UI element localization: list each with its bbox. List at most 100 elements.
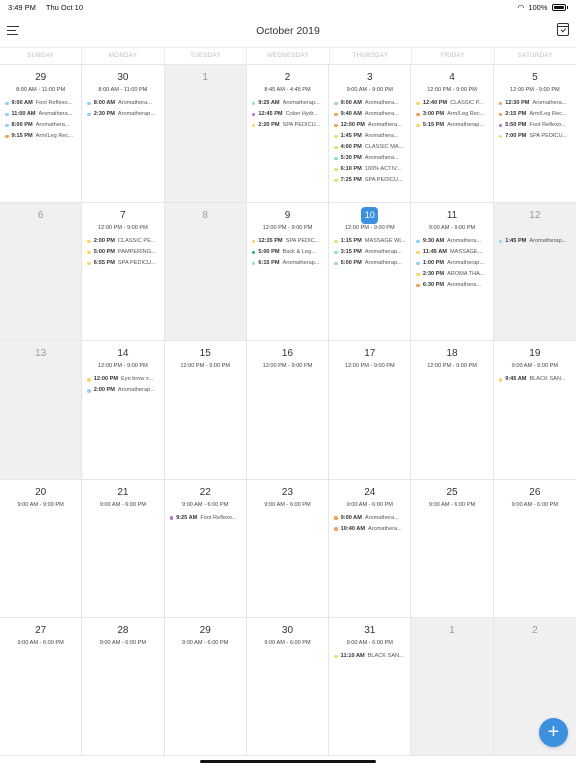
day-cell[interactable]: 12 1:45 PM Aromatherap...: [493, 203, 576, 342]
business-hours: 9:00 AM - 6:00 PM: [99, 639, 147, 646]
event-item[interactable]: 11:10 AM BLACK SAN...: [329, 651, 410, 662]
event-item[interactable]: 4:00 PM CLASSIC MA...: [329, 142, 410, 153]
day-cell[interactable]: 26 9:00 AM - 6:00 PM: [493, 480, 576, 618]
day-cell[interactable]: 19 9:00 AM - 9:00 PM 9:45 AM BLACK SAN...: [493, 341, 576, 480]
event-item[interactable]: 6:15 PM Aromatherap...: [247, 258, 328, 269]
event-item[interactable]: 9:40 AM Aromathera...: [329, 109, 410, 120]
add-event-button[interactable]: +: [539, 718, 568, 747]
event-item[interactable]: 11:00 AM Aromathera...: [0, 109, 81, 120]
day-cell[interactable]: 21 9:00 AM - 6:00 PM: [82, 479, 165, 618]
event-item[interactable]: 9:00 AM Aromathera...: [329, 513, 410, 524]
event-item[interactable]: 5:00 PM Back & Leg...: [247, 247, 328, 258]
event-item[interactable]: 6:55 PM SPA PEDICU...: [82, 258, 163, 269]
event-item[interactable]: 12:00 PM Eye brow s...: [82, 374, 163, 385]
event-item[interactable]: 6:10 PM 100% ACTIV...: [329, 164, 410, 175]
event-item[interactable]: 12:00 PM Aromathera...: [329, 120, 410, 131]
event-name: Aromathera...: [368, 525, 402, 532]
event-item[interactable]: 1:00 PM Aromatherap...: [411, 258, 492, 269]
day-cell[interactable]: 1: [164, 65, 247, 204]
event-item[interactable]: 1:15 PM MASSAGE WI...: [329, 236, 410, 247]
event-item[interactable]: 5:30 PM Aromathera...: [329, 153, 410, 164]
day-cell[interactable]: 9 12:00 PM - 9:00 PM 12:35 PM SPA PEDIC... 5…: [246, 203, 330, 342]
day-cell[interactable]: 28 9:00 AM - 6:00 PM: [82, 617, 165, 756]
event-color-dot: [169, 516, 174, 520]
event-item[interactable]: 3:00 PM Arm/Leg Rec...: [411, 109, 492, 120]
day-cell[interactable]: 2 8:45 AM - 4:45 PM 9:25 AM Aromatherap... 1…: [246, 65, 330, 204]
day-cell[interactable]: 15 12:00 PM - 9:00 PM: [164, 341, 247, 480]
event-item[interactable]: 1:45 PM Aromathera...: [329, 131, 410, 142]
event-item[interactable]: 2:30 PM AROMA THA...: [411, 269, 492, 280]
day-cell[interactable]: 17 12:00 PM - 9:00 PM: [329, 341, 412, 480]
event-item[interactable]: 5:50 PM Foot Reflexo...: [494, 120, 576, 131]
event-item[interactable]: 1:45 PM Aromatherap...: [494, 236, 576, 247]
event-item[interactable]: 11:45 AM MASSAGE...: [411, 247, 492, 258]
business-hours: 12:00 PM - 9:00 PM: [262, 363, 313, 370]
event-item[interactable]: 6:30 PM Aromathera...: [411, 280, 492, 291]
event-item[interactable]: 2:00 PM CLASSIC PE...: [82, 236, 163, 247]
event-item[interactable]: 8:00 PM Aromathera...: [0, 120, 81, 131]
day-cell[interactable]: 6: [0, 203, 83, 342]
event-list: 9:25 AM Aromatherap... 12:45 PM Colon Hydr.…: [247, 98, 328, 131]
event-time: 5:00 PM: [258, 249, 280, 256]
calendar-check-icon[interactable]: [556, 23, 570, 36]
day-cell[interactable]: 13: [0, 341, 83, 480]
event-item[interactable]: 12:40 PM CLASSIC P...: [411, 98, 492, 109]
event-item[interactable]: 7:25 PM SPA PEDICU...: [329, 175, 410, 186]
day-cell[interactable]: 8: [164, 203, 247, 342]
event-item[interactable]: 2:30 PM Aromatherap...: [82, 109, 163, 120]
event-color-dot: [334, 112, 338, 117]
day-cell[interactable]: 24 9:00 AM - 6:00 PM 9:00 AM Aromathera... 1…: [329, 479, 412, 618]
event-name: PAMPERING...: [117, 249, 156, 256]
event-item[interactable]: 2:00 PM Aromatherap...: [82, 385, 163, 396]
day-number-text: 2: [532, 624, 538, 636]
event-item[interactable]: 9:25 AM Foot Reflexo...: [165, 513, 246, 524]
event-list: 1:15 PM MASSAGE WI... 3:15 PM Aromatherap..…: [329, 236, 410, 269]
event-item[interactable]: 2:15 PM Arm/Leg Rec...: [494, 109, 576, 120]
event-item[interactable]: 9:45 AM BLACK SAN...: [494, 374, 576, 385]
event-item[interactable]: 7:00 PM SPA PEDICU...: [494, 131, 576, 142]
day-cell[interactable]: 5 12:00 PM - 9:00 PM 12:30 PM Aromathera...…: [493, 65, 576, 204]
day-cell[interactable]: 20 9:00 AM - 9:00 PM: [0, 479, 83, 618]
day-cell[interactable]: 29 9:00 AM - 6:00 PM: [164, 617, 247, 756]
day-cell[interactable]: 7 12:00 PM - 9:00 PM 2:00 PM CLASSIC PE... 5…: [82, 203, 165, 342]
day-cell[interactable]: 23 9:00 AM - 6:00 PM: [246, 479, 330, 618]
day-cell[interactable]: 30 8:00 AM - 11:00 PM 8:00 AM Aromathera...…: [82, 65, 165, 204]
event-item[interactable]: 9:25 AM Aromatherap...: [247, 98, 328, 109]
day-cell[interactable]: 22 9:00 AM - 6:00 PM 9:25 AM Foot Reflexo..…: [164, 479, 247, 618]
event-item[interactable]: 9:15 PM Arm/Leg Rec...: [0, 131, 81, 142]
event-name: Aromatherap...: [282, 260, 320, 267]
event-item[interactable]: 12:45 PM Colon Hydr...: [247, 109, 328, 120]
business-hours: 9:00 AM - 9:00 PM: [428, 225, 476, 232]
event-item[interactable]: 3:15 PM Aromatherap...: [329, 247, 410, 258]
event-color-dot: [87, 101, 91, 106]
event-item[interactable]: 10:40 AM Aromathera...: [329, 524, 410, 535]
day-cell[interactable]: 18 12:00 PM - 9:00 PM: [411, 341, 494, 480]
day-cell[interactable]: 25 9:00 AM - 6:00 PM: [411, 479, 494, 618]
event-item[interactable]: 5:15 PM Aromatherap...: [411, 120, 492, 131]
day-cell[interactable]: 27 9:00 AM - 6:00 PM: [0, 617, 83, 756]
event-list: 12:35 PM SPA PEDIC... 5:00 PM Back & Leg...…: [247, 236, 328, 269]
day-cell[interactable]: 30 9:00 AM - 6:00 PM: [246, 617, 330, 756]
day-number: 17: [329, 347, 410, 361]
event-item[interactable]: 8:00 AM Aromathera...: [82, 98, 163, 109]
event-item[interactable]: 9:00 AM Aromathera...: [329, 98, 410, 109]
day-number-text: 6: [37, 210, 44, 222]
day-cell[interactable]: 11 9:00 AM - 9:00 PM 9:30 AM Aromathera... 1…: [411, 203, 494, 342]
event-item[interactable]: 12:35 PM SPA PEDIC...: [247, 236, 328, 247]
month-title[interactable]: October 2019: [0, 25, 576, 37]
event-item[interactable]: 2:20 PM SPA PEDICU...: [247, 120, 328, 131]
event-item[interactable]: 9:00 AM Foot Reflexo...: [0, 98, 81, 109]
day-cell[interactable]: 31 9:00 AM - 6:00 PM 11:10 AM BLACK SAN...: [329, 617, 412, 756]
event-item[interactable]: 5:00 PM PAMPERING...: [82, 247, 163, 258]
day-cell[interactable]: 10 12:00 PM - 9:00 PM 1:15 PM MASSAGE WI...…: [329, 203, 412, 342]
day-cell[interactable]: 16 12:00 PM - 9:00 PM: [246, 341, 330, 480]
day-cell[interactable]: 29 8:00 AM - 11:00 PM 9:00 AM Foot Reflexo.…: [0, 65, 83, 204]
event-item[interactable]: 12:30 PM Aromathera...: [494, 98, 576, 109]
day-cell[interactable]: 1: [411, 617, 494, 756]
day-cell[interactable]: 4 12:00 PM - 9:00 PM 12:40 PM CLASSIC P... 3…: [411, 65, 494, 204]
event-item[interactable]: 5:00 PM Aromatherap...: [329, 258, 410, 269]
day-cell[interactable]: 3 9:00 AM - 9:00 PM 9:00 AM Aromathera... 9:…: [329, 65, 412, 204]
day-cell[interactable]: 14 12:00 PM - 9:00 PM 12:00 PM Eye brow s..…: [82, 341, 165, 480]
event-item[interactable]: 9:30 AM Aromathera...: [411, 236, 492, 247]
event-time: 9:45 AM: [505, 376, 527, 383]
